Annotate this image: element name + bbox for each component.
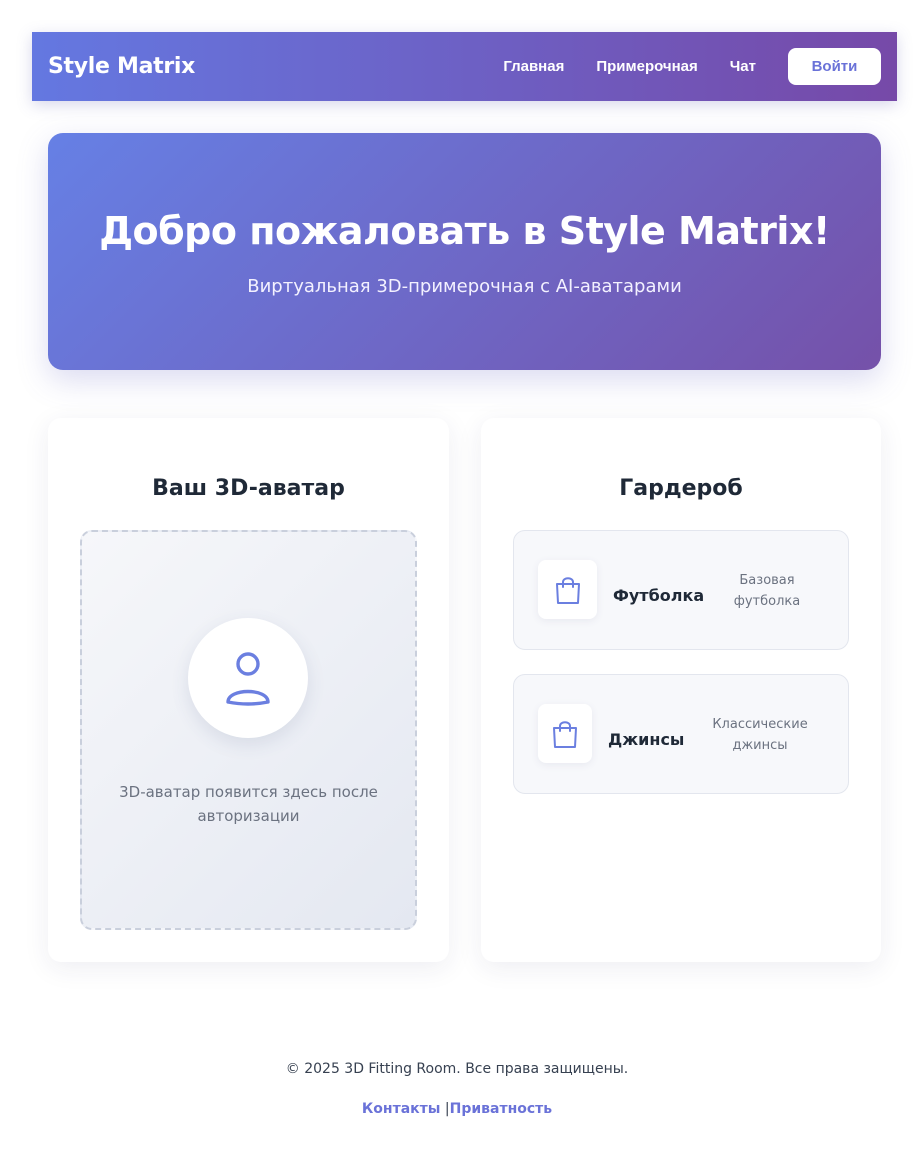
login-button[interactable]: Войти <box>788 48 881 85</box>
hero-title: Добро пожаловать в Style Matrix! <box>99 209 830 253</box>
item-name: Футболка <box>613 586 705 605</box>
item-description-line1: Базовая <box>739 573 795 588</box>
avatar-placeholder-text: 3D-аватар появится здесь после авторизац… <box>102 780 395 828</box>
top-navbar: Style Matrix Главная Примерочная Чат Вой… <box>32 32 897 101</box>
avatar-placeholder: 3D-аватар появится здесь после авторизац… <box>80 530 417 930</box>
item-icon-box <box>538 704 592 763</box>
shopping-bag-icon <box>553 720 577 748</box>
shopping-bag-icon <box>555 576 580 604</box>
nav-link-home[interactable]: Главная <box>503 58 564 75</box>
avatar-circle <box>188 618 308 738</box>
wardrobe-item-tshirt[interactable]: Футболка Базовая футболка <box>513 530 849 650</box>
wardrobe-title: Гардероб <box>619 476 743 501</box>
item-description-line2: футболка <box>733 594 801 609</box>
main-nav: Главная Примерочная Чат Войти <box>503 48 881 85</box>
site-logo[interactable]: Style Matrix <box>48 54 195 79</box>
item-description-line1: Классические <box>712 717 808 732</box>
item-description-line2: джинсы <box>732 738 788 753</box>
footer-link-contacts[interactable]: Контакты <box>362 1101 441 1117</box>
nav-link-fitting-room[interactable]: Примерочная <box>596 58 697 75</box>
footer-links: Контакты |Приватность <box>0 1101 914 1117</box>
copyright-text: © 2025 3D Fitting Room. Все права защище… <box>285 1061 629 1077</box>
user-icon <box>226 652 270 706</box>
footer-separator: | <box>440 1101 450 1117</box>
footer-link-privacy[interactable]: Приватность <box>450 1101 553 1117</box>
item-description: Классические джинсы <box>705 714 815 756</box>
avatar-card-title: Ваш 3D-аватар <box>152 476 345 501</box>
hero-banner: Добро пожаловать в Style Matrix! Виртуал… <box>48 133 881 370</box>
wardrobe-item-jeans[interactable]: Джинсы Классические джинсы <box>513 674 849 794</box>
avatar-placeholder-line2: авторизации <box>197 807 300 825</box>
hero-subtitle: Виртуальная 3D-примерочная с AI-аватарам… <box>247 276 682 297</box>
wardrobe-card: Гардероб Футболка Базовая футболка Джинс… <box>481 418 881 962</box>
avatar-card: Ваш 3D-аватар 3D-аватар появится здесь п… <box>48 418 449 962</box>
avatar-placeholder-line1: 3D-аватар появится здесь после <box>119 783 378 801</box>
nav-link-chat[interactable]: Чат <box>730 58 756 75</box>
item-name: Джинсы <box>608 730 685 749</box>
item-icon-box <box>538 560 597 619</box>
item-description: Базовая футболка <box>712 570 822 612</box>
